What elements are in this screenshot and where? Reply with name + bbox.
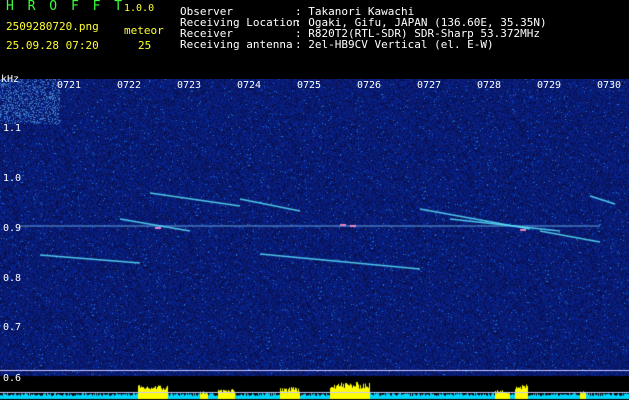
meteor-label: meteor xyxy=(124,24,164,37)
spectrogram xyxy=(0,79,629,400)
antenna-value: : 2el-HB9CV Vertical (el. E-W) xyxy=(295,38,494,51)
y-axis-unit: kHz xyxy=(1,74,20,85)
y-tick: 0.9 xyxy=(3,223,22,234)
app-title: H R O F F T xyxy=(6,0,126,14)
y-tick: 1.0 xyxy=(3,173,22,184)
y-tick: 0.8 xyxy=(3,273,22,284)
y-tick: 0.6 xyxy=(3,373,22,384)
y-tick: 1.1 xyxy=(3,123,22,134)
date-time: 25.09.28 07:20 xyxy=(6,39,99,52)
y-tick: 0.7 xyxy=(3,322,22,333)
meteor-count: 25 xyxy=(138,39,152,52)
app-version: 1.0.0 xyxy=(124,3,155,14)
x-tick: 0723 xyxy=(177,80,202,91)
x-tick: 0727 xyxy=(417,80,442,91)
antenna-label: Receiving antenna xyxy=(180,38,293,51)
x-tick: 0730 xyxy=(597,80,622,91)
x-tick: 0729 xyxy=(537,80,562,91)
x-tick: 0726 xyxy=(357,80,382,91)
x-tick: 0721 xyxy=(57,80,82,91)
x-tick: 0725 xyxy=(297,80,322,91)
x-tick: 0724 xyxy=(237,80,262,91)
x-tick: 0722 xyxy=(117,80,142,91)
file-name: 2509280720.png xyxy=(6,20,99,33)
x-tick: 0728 xyxy=(477,80,502,91)
